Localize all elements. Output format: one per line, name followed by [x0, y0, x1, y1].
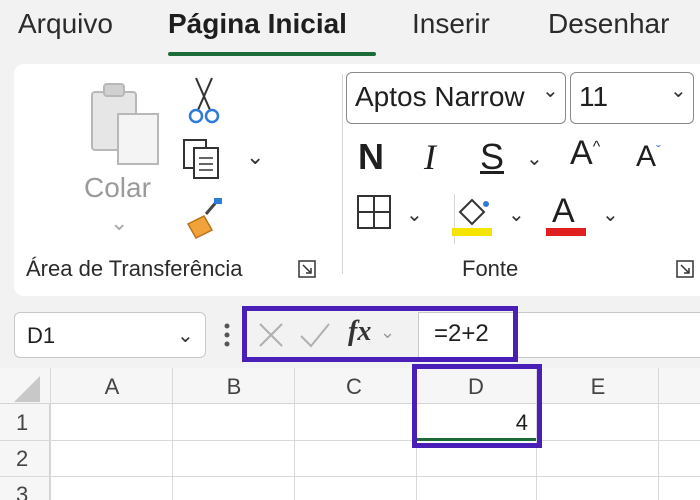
- paste-label[interactable]: Colar: [84, 172, 151, 204]
- borders-dropdown-chevron-icon[interactable]: ⌄: [406, 202, 423, 227]
- row-header-1[interactable]: 1: [16, 410, 28, 436]
- underline-button[interactable]: S: [480, 136, 504, 178]
- increase-font-size-icon[interactable]: A^: [570, 134, 600, 173]
- column-header-c[interactable]: C: [334, 374, 374, 400]
- menu-tabs: Arquivo Página Inicial Inserir Desenhar: [0, 0, 700, 60]
- font-name-chevron-icon[interactable]: ⌄: [542, 78, 559, 103]
- font-color-dropdown-chevron-icon[interactable]: ⌄: [602, 202, 619, 227]
- grid-line: [294, 368, 295, 500]
- column-header-e[interactable]: E: [578, 374, 618, 400]
- name-box-value: D1: [27, 323, 56, 348]
- font-size-chevron-icon[interactable]: ⌄: [670, 78, 687, 103]
- column-header-a[interactable]: A: [92, 374, 132, 400]
- ribbon: Colar ⌄ ⌄ Área de Transferência Aptos Na…: [14, 64, 700, 296]
- decrease-font-size-icon[interactable]: Aˇ: [636, 140, 661, 174]
- select-all-corner[interactable]: [14, 376, 40, 402]
- paste-dropdown-chevron-icon[interactable]: ⌄: [110, 210, 128, 236]
- name-box-chevron-icon[interactable]: ⌄: [177, 323, 194, 348]
- fill-color-dropdown-chevron-icon[interactable]: ⌄: [508, 202, 525, 227]
- more-options-icon[interactable]: [224, 322, 230, 348]
- font-launcher-icon[interactable]: [676, 260, 694, 278]
- grid-line: [0, 440, 700, 441]
- font-size-value: 11: [579, 81, 609, 112]
- grid-line: [172, 368, 173, 500]
- copy-icon[interactable]: [180, 136, 224, 182]
- font-group-label: Fonte: [462, 256, 519, 281]
- format-painter-icon[interactable]: [182, 194, 226, 242]
- fill-color-icon[interactable]: [450, 190, 496, 238]
- clipboard-group-label: Área de Transferência: [26, 256, 243, 281]
- name-box[interactable]: D1 ⌄: [14, 312, 206, 358]
- font-color-icon[interactable]: A: [544, 190, 590, 238]
- tab-file[interactable]: Arquivo: [18, 8, 113, 40]
- column-header-b[interactable]: B: [214, 374, 254, 400]
- grid-line: [0, 476, 700, 477]
- clipboard-launcher-icon[interactable]: [298, 260, 316, 278]
- borders-icon[interactable]: [356, 194, 392, 230]
- tab-insert[interactable]: Inserir: [412, 8, 490, 40]
- cell-d1-highlight: [412, 364, 542, 448]
- svg-text:A: A: [552, 192, 575, 230]
- row-header-2[interactable]: 2: [16, 446, 28, 472]
- formula-bar-highlight: [242, 306, 518, 362]
- copy-dropdown-chevron-icon[interactable]: ⌄: [246, 144, 264, 170]
- tab-draw[interactable]: Desenhar: [548, 8, 669, 40]
- font-name-value: Aptos Narrow: [355, 81, 525, 112]
- active-tab-underline: [168, 52, 376, 56]
- tab-home[interactable]: Página Inicial: [168, 8, 347, 40]
- underline-dropdown-chevron-icon[interactable]: ⌄: [526, 146, 543, 171]
- group-separator: [342, 74, 343, 274]
- bold-button[interactable]: N: [358, 136, 384, 178]
- italic-button[interactable]: I: [424, 136, 436, 178]
- row-header-3[interactable]: 3: [16, 482, 28, 500]
- cut-icon[interactable]: [186, 76, 222, 132]
- grid-line: [50, 368, 51, 500]
- grid-line: [658, 368, 659, 500]
- font-name-combobox[interactable]: Aptos Narrow: [346, 72, 566, 124]
